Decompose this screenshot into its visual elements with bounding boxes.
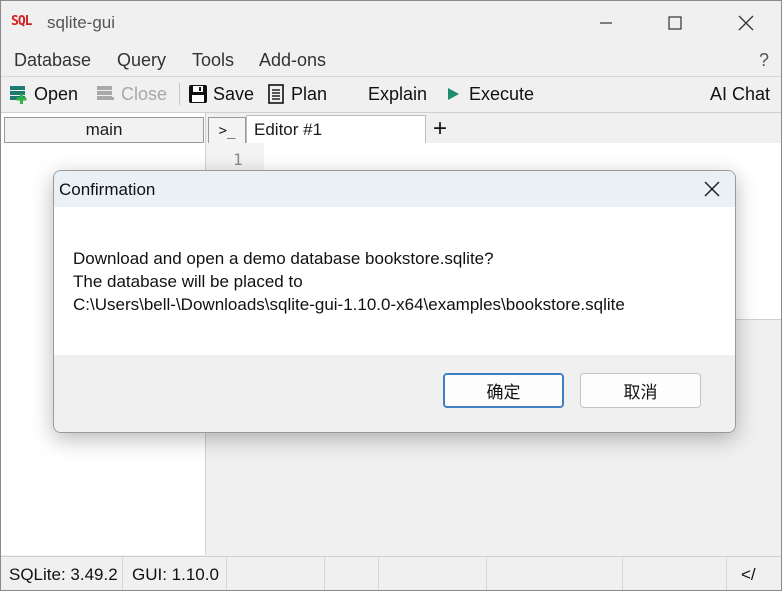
status-end-text: </ [741, 565, 756, 584]
plan-button[interactable]: Plan [266, 82, 327, 106]
dialog-title: Confirmation [59, 180, 156, 199]
execute-button[interactable]: Execute [444, 82, 534, 106]
close-button[interactable]: Close [96, 82, 167, 106]
floppy-disk-icon [189, 85, 207, 103]
dialog-title-bar: Confirmation [54, 171, 735, 207]
gui-version: GUI: 1.10.0 [132, 565, 219, 584]
menu-database[interactable]: Database [14, 50, 91, 71]
dialog-footer: 确定 取消 [54, 355, 735, 432]
confirmation-dialog: Confirmation Download and open a demo da… [53, 170, 736, 433]
app-logo: SQL [11, 14, 33, 29]
database-open-icon [10, 86, 27, 104]
dialog-message-line-2: The database will be placed to [73, 272, 303, 291]
close-icon [704, 181, 720, 197]
open-button[interactable]: Open [9, 82, 78, 106]
dialog-body: Download and open a demo database bookst… [54, 207, 735, 355]
explain-label: Explain [368, 83, 428, 104]
save-label: Save [213, 83, 255, 104]
menu-bar: Database Query Tools Add-ons ? [1, 45, 781, 75]
execute-label: Execute [469, 83, 535, 104]
status-bar: SQLite: 3.49.2 GUI: 1.10.0 </ [1, 556, 781, 590]
ai-chat-button[interactable]: AI Chat [710, 82, 770, 106]
open-label: Open [34, 83, 79, 104]
minimize-icon [600, 22, 612, 24]
status-cell [325, 557, 379, 590]
status-cell-sqlite: SQLite: 3.49.2 [1, 557, 123, 590]
menu-query[interactable]: Query [117, 50, 166, 71]
status-cell [227, 557, 325, 590]
dialog-close-button[interactable] [697, 175, 727, 203]
dialog-message-line-3: C:\Users\bell-\Downloads\sqlite-gui-1.10… [73, 295, 625, 314]
toolbar: Open Close Save Plan Explain Execute AI … [1, 76, 781, 113]
explain-button[interactable]: Explain [368, 82, 427, 106]
close-icon [738, 15, 754, 31]
line-number: 1 [233, 150, 243, 169]
status-cell [487, 557, 623, 590]
title-bar: SQL sqlite-gui [1, 1, 781, 45]
tab-main[interactable]: main [4, 117, 204, 143]
ai-chat-label: AI Chat [710, 83, 771, 104]
document-list-icon [268, 84, 284, 104]
database-close-icon [97, 86, 114, 100]
cancel-button[interactable]: 取消 [580, 373, 701, 408]
status-cell [379, 557, 487, 590]
sqlite-version: SQLite: 3.49.2 [9, 565, 118, 584]
menu-add-ons[interactable]: Add-ons [259, 50, 326, 71]
close-label: Close [121, 83, 168, 104]
maximize-icon [668, 16, 682, 30]
minimize-button[interactable] [583, 1, 629, 45]
status-cell [623, 557, 727, 590]
toolbar-separator [179, 83, 180, 105]
dialog-message-line-1: Download and open a demo database bookst… [73, 249, 494, 268]
status-cell-gui: GUI: 1.10.0 [123, 557, 227, 590]
maximize-button[interactable] [652, 1, 698, 45]
add-tab-button[interactable]: + [433, 116, 447, 142]
tab-shell[interactable]: >_ [208, 117, 246, 145]
tab-editor-1[interactable]: Editor #1 [246, 115, 426, 143]
plan-label: Plan [291, 83, 328, 104]
window-title: sqlite-gui [47, 13, 116, 32]
play-icon [448, 88, 459, 100]
close-window-button[interactable] [723, 1, 769, 45]
menu-help[interactable]: ? [759, 50, 769, 71]
save-button[interactable]: Save [188, 82, 254, 106]
status-cell-end: </ [727, 557, 781, 590]
ok-button[interactable]: 确定 [443, 373, 564, 408]
menu-tools[interactable]: Tools [192, 50, 234, 71]
